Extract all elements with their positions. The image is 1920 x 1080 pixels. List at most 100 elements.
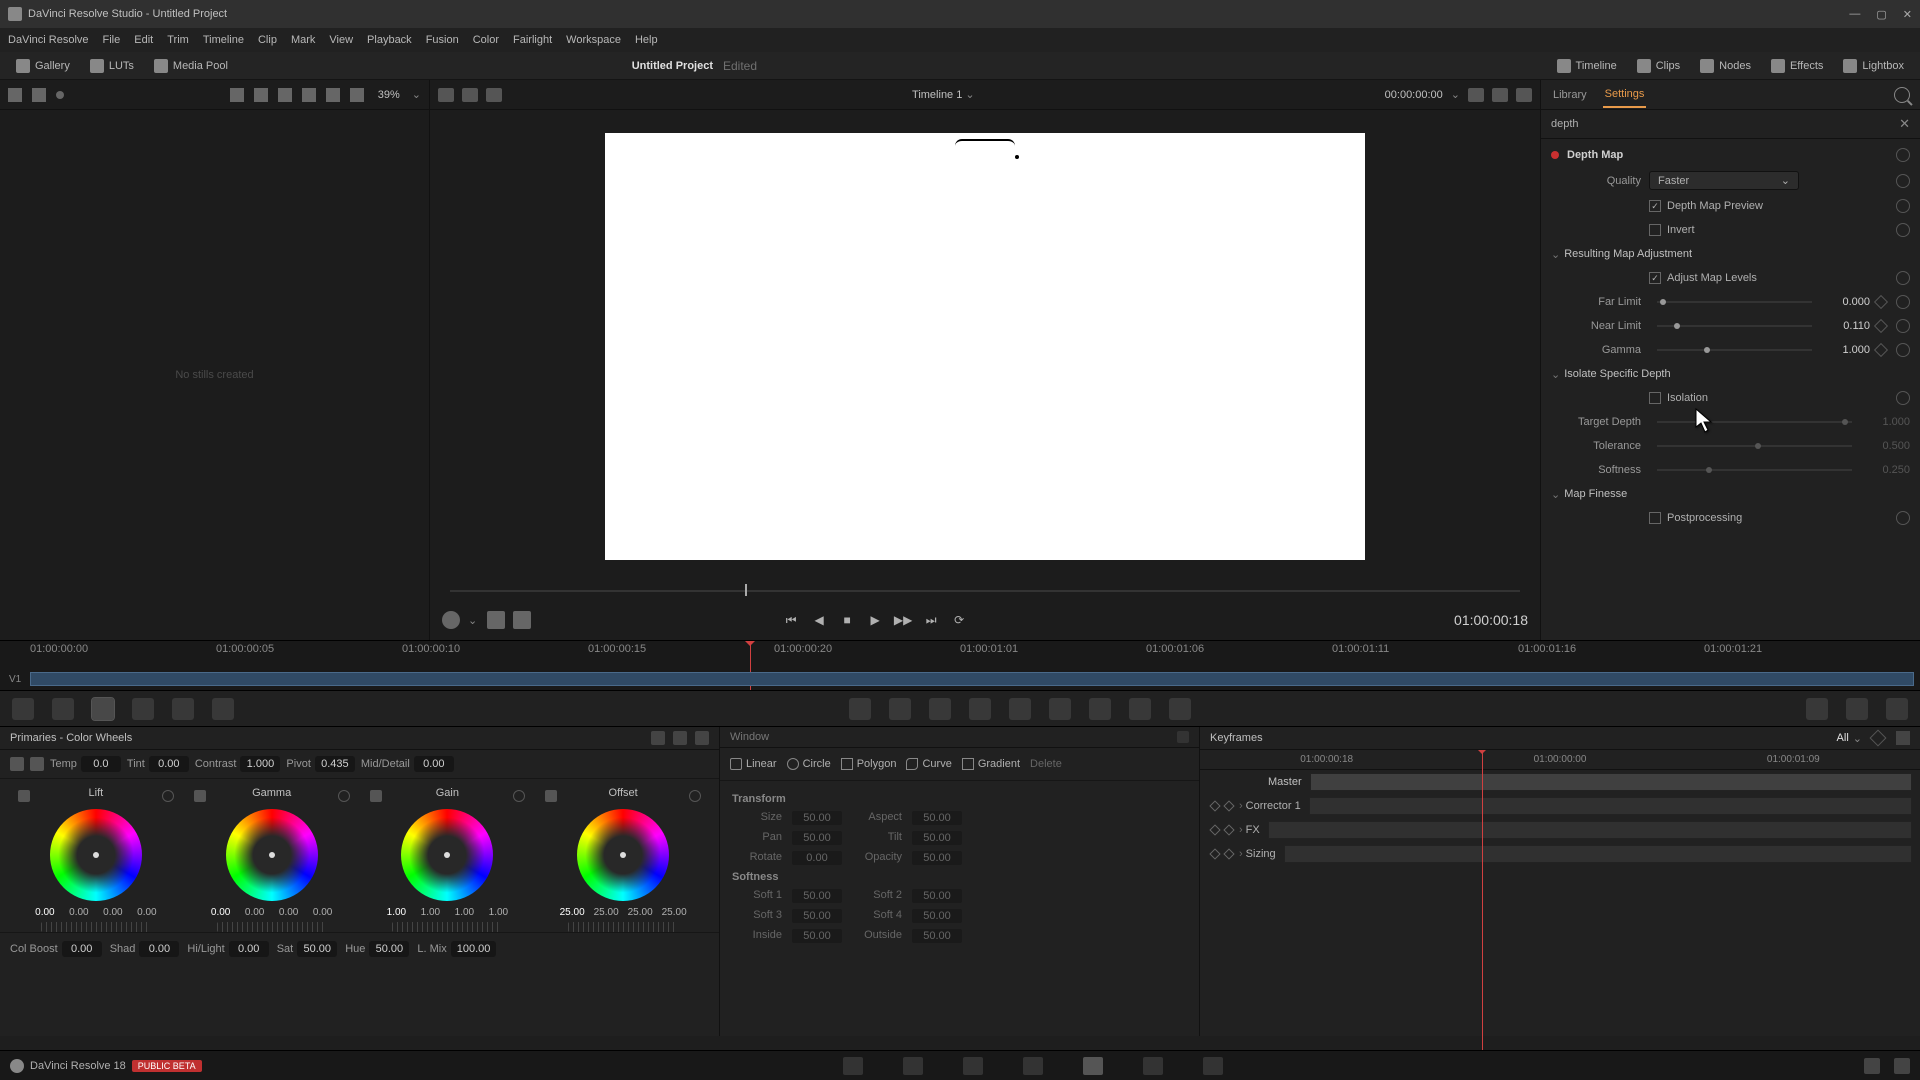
gamma-slider[interactable] xyxy=(1657,349,1812,351)
more-icon[interactable] xyxy=(695,731,709,745)
keyframe-icon[interactable] xyxy=(1870,730,1887,747)
maximize-icon[interactable]: ▢ xyxy=(1876,8,1886,21)
wheel-val[interactable]: 0.00 xyxy=(65,907,93,918)
zoom-level[interactable]: 39% xyxy=(378,89,400,101)
chevron-right-icon[interactable]: › xyxy=(1239,800,1243,812)
color-wheel[interactable] xyxy=(401,809,493,901)
search-icon[interactable] xyxy=(302,88,316,102)
kf-track[interactable] xyxy=(1284,845,1912,863)
expand-icon[interactable] xyxy=(1896,731,1910,745)
adj-value[interactable]: 50.00 xyxy=(297,941,337,957)
scopes-icon[interactable] xyxy=(1846,698,1868,720)
wheel-val[interactable]: 0.00 xyxy=(275,907,303,918)
home-icon[interactable] xyxy=(1864,1058,1880,1074)
menu-item[interactable]: Mark xyxy=(291,34,315,46)
primaries-icon[interactable] xyxy=(92,698,114,720)
reset-icon[interactable] xyxy=(1896,343,1910,357)
color-wheel[interactable] xyxy=(50,809,142,901)
keyframe-icon[interactable] xyxy=(1223,848,1234,859)
menu-item[interactable]: View xyxy=(329,34,353,46)
near-limit-slider[interactable] xyxy=(1657,325,1812,327)
curves-icon[interactable] xyxy=(12,698,34,720)
reset-icon[interactable] xyxy=(1896,295,1910,309)
chevron-down-icon[interactable]: ⌄ xyxy=(468,614,477,627)
reset-icon[interactable] xyxy=(513,790,525,802)
ymode-icon[interactable] xyxy=(18,790,30,802)
reset-icon[interactable] xyxy=(1896,199,1910,213)
clips-button[interactable]: Clips xyxy=(1629,56,1688,76)
lightbox-button[interactable]: Lightbox xyxy=(1835,56,1912,76)
gallery-button[interactable]: Gallery xyxy=(8,56,78,76)
collapse-icon[interactable]: ⌄ xyxy=(1551,368,1560,381)
chevron-down-icon[interactable]: ⌄ xyxy=(1853,732,1862,745)
effect-enable-dot[interactable] xyxy=(1551,151,1559,159)
settings-icon[interactable] xyxy=(1894,1058,1910,1074)
grid-view-icon[interactable] xyxy=(254,88,268,102)
keyframe-icon[interactable] xyxy=(1874,295,1888,309)
tracker-icon[interactable] xyxy=(969,698,991,720)
menu-item[interactable]: Fusion xyxy=(426,34,459,46)
expand-icon[interactable] xyxy=(1492,88,1508,102)
gamma-value[interactable]: 1.000 xyxy=(1820,344,1870,356)
jog-wheel[interactable] xyxy=(41,922,151,932)
qualifier-icon[interactable] xyxy=(889,698,911,720)
wheel-val[interactable]: 1.00 xyxy=(484,907,512,918)
view-mode2-icon[interactable] xyxy=(462,88,478,102)
delete-button[interactable]: Delete xyxy=(1030,758,1062,770)
warper-icon[interactable] xyxy=(52,698,74,720)
collapse-icon[interactable]: ⌄ xyxy=(1551,488,1560,501)
adjust-levels-checkbox[interactable] xyxy=(1649,272,1661,284)
powergrade-icon[interactable] xyxy=(32,88,46,102)
wheel-val[interactable]: 0.00 xyxy=(241,907,269,918)
kf-fx[interactable]: FX xyxy=(1246,824,1260,836)
near-limit-value[interactable]: 0.110 xyxy=(1820,320,1870,332)
page-deliver-icon[interactable] xyxy=(1203,1057,1223,1075)
last-frame-icon[interactable]: ⏭ xyxy=(922,611,940,629)
media-pool-button[interactable]: Media Pool xyxy=(146,56,236,76)
reset-icon[interactable] xyxy=(1896,223,1910,237)
reset-icon[interactable] xyxy=(1896,271,1910,285)
motion-icon[interactable] xyxy=(212,698,234,720)
wheel-val[interactable]: 1.00 xyxy=(450,907,478,918)
viewer-scrubber[interactable] xyxy=(450,582,1520,600)
adj-value[interactable]: 0.00 xyxy=(62,941,102,957)
reset-icon[interactable] xyxy=(689,790,701,802)
ymode-icon[interactable] xyxy=(194,790,206,802)
awb-icon[interactable] xyxy=(30,757,44,771)
far-limit-slider[interactable] xyxy=(1657,301,1812,303)
chevron-down-icon[interactable]: ⌄ xyxy=(1451,88,1460,101)
luts-button[interactable]: LUTs xyxy=(82,56,142,76)
more-icon[interactable] xyxy=(350,88,364,102)
tint-value[interactable]: 0.00 xyxy=(149,756,189,772)
play-icon[interactable]: ▶ xyxy=(866,611,884,629)
color-wheel[interactable] xyxy=(577,809,669,901)
bypass-icon[interactable] xyxy=(1468,88,1484,102)
page-media-icon[interactable] xyxy=(843,1057,863,1075)
middetail-value[interactable]: 0.00 xyxy=(414,756,454,772)
viewer-timecode[interactable]: 00:00:00:00 xyxy=(1385,89,1443,101)
menu-item[interactable]: Help xyxy=(635,34,658,46)
far-limit-value[interactable]: 0.000 xyxy=(1820,296,1870,308)
prev-frame-icon[interactable]: ◀ xyxy=(810,611,828,629)
wheel-mode2-icon[interactable] xyxy=(673,731,687,745)
menu-item[interactable]: File xyxy=(103,34,121,46)
page-color-icon[interactable] xyxy=(1083,1057,1103,1075)
loop-icon[interactable]: ⟳ xyxy=(950,611,968,629)
effect-search-input[interactable] xyxy=(1551,118,1899,130)
keyframe-icon[interactable] xyxy=(1209,800,1220,811)
page-fusion-icon[interactable] xyxy=(1023,1057,1043,1075)
wheel-val[interactable]: 0.00 xyxy=(133,907,161,918)
page-fairlight-icon[interactable] xyxy=(1143,1057,1163,1075)
menu-item[interactable]: Playback xyxy=(367,34,412,46)
stop-icon[interactable]: ■ xyxy=(838,611,856,629)
menu-item[interactable]: Fairlight xyxy=(513,34,552,46)
key-icon[interactable] xyxy=(1089,698,1111,720)
wheel-val[interactable]: 0.00 xyxy=(31,907,59,918)
wheel-val[interactable]: 25.00 xyxy=(558,907,586,918)
effects-button[interactable]: Effects xyxy=(1763,56,1831,76)
magic-mask-icon[interactable] xyxy=(1009,698,1031,720)
pivot-value[interactable]: 0.435 xyxy=(315,756,355,772)
temp-value[interactable]: 0.0 xyxy=(81,756,121,772)
quality-select[interactable]: Faster⌄ xyxy=(1649,171,1799,190)
menu-item[interactable]: Timeline xyxy=(203,34,244,46)
